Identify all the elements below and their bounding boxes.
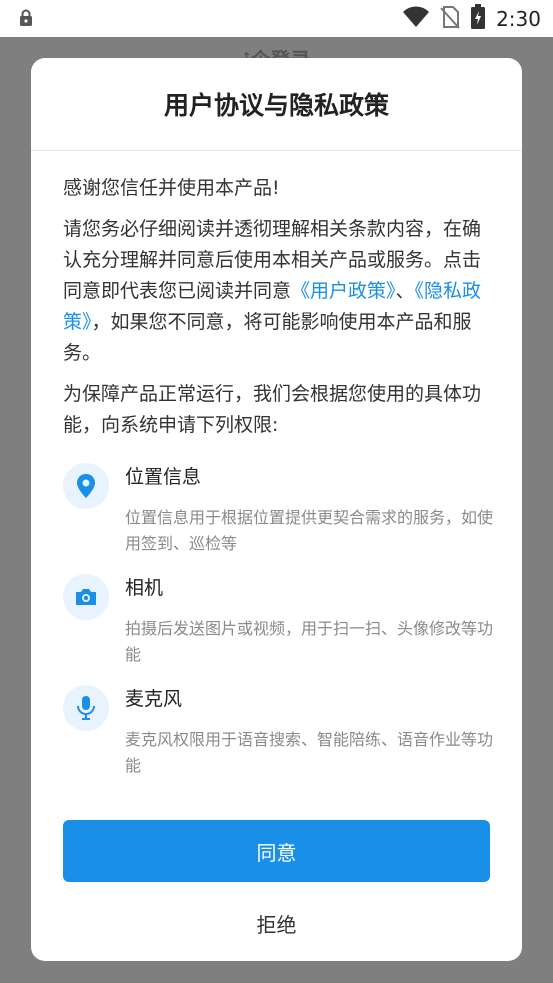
- battery-charging-icon: [470, 4, 486, 34]
- dialog-content: 感谢您信任并使用本产品! 请您务必仔细阅读并透彻理解相关条款内容，在确认充分理解…: [63, 173, 493, 451]
- link-separator: 、: [395, 280, 415, 302]
- privacy-dialog: 用户协议与隐私政策 感谢您信任并使用本产品! 请您务必仔细阅读并透彻理解相关条款…: [31, 58, 522, 961]
- camera-icon: [63, 574, 109, 620]
- intro-paragraph: 感谢您信任并使用本产品!: [63, 177, 280, 199]
- permission-desc: 拍摄后发送图片或视频，用于扫一扫、头像修改等功能: [125, 619, 494, 664]
- agree-button[interactable]: 同意: [63, 820, 490, 882]
- reject-button[interactable]: 拒绝: [63, 898, 490, 948]
- permission-title: 相机: [125, 577, 164, 599]
- title-divider: [31, 150, 522, 151]
- dialog-title: 用户协议与隐私政策: [163, 91, 389, 120]
- microphone-icon: [63, 685, 109, 731]
- permission-desc: 位置信息用于根据位置提供更契合需求的服务，如使用签到、巡检等: [125, 508, 494, 553]
- terms-paragraph: 请您务必仔细阅读并透彻理解相关条款内容，在确认充分理解并同意后使用本相关产品或服…: [63, 214, 493, 369]
- no-sim-icon: [440, 5, 460, 33]
- status-bar: 2:30: [0, 0, 553, 37]
- terms-text-after: ，如果您不同意，将可能影响使用本产品和服务。: [63, 311, 472, 364]
- user-policy-link[interactable]: 《用户政策》: [291, 280, 396, 302]
- lock-icon: [18, 9, 34, 31]
- wifi-icon: [402, 6, 430, 32]
- permission-title: 麦克风: [125, 688, 183, 710]
- permission-title: 位置信息: [125, 466, 202, 488]
- status-time: 2:30: [496, 7, 541, 31]
- location-pin-icon: [63, 463, 109, 509]
- permission-desc: 麦克风权限用于语音搜索、智能陪练、语音作业等功能: [125, 730, 494, 775]
- permissions-intro: 为保障产品正常运行，我们会根据您使用的具体功能，向系统申请下列权限:: [63, 383, 482, 436]
